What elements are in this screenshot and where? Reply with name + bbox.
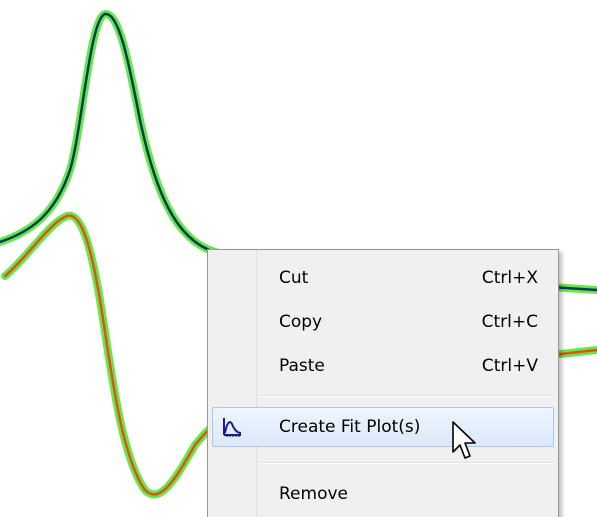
- menu-separator: [260, 395, 554, 397]
- menu-item-label: Remove: [279, 484, 348, 504]
- menu-item-label: Paste: [279, 356, 325, 376]
- menu-item-shortcut: Ctrl+X: [481, 268, 538, 288]
- menu-item-cut[interactable]: Cut Ctrl+X: [212, 258, 554, 298]
- menu-item-label: Create Fit Plot(s): [279, 417, 421, 437]
- menu-item-create-fit-plots[interactable]: Create Fit Plot(s): [212, 407, 554, 447]
- fit-plot-icon: [223, 418, 242, 437]
- menu-separator: [260, 462, 554, 464]
- menu-item-shortcut: Ctrl+V: [481, 356, 538, 376]
- context-menu: Cut Ctrl+X Copy Ctrl+C Paste Ctrl+V Crea…: [207, 249, 559, 517]
- arrow-cursor-icon: [452, 421, 476, 459]
- menu-item-shortcut: Ctrl+C: [481, 312, 538, 332]
- menu-item-copy[interactable]: Copy Ctrl+C: [212, 302, 554, 342]
- menu-item-label: Cut: [279, 268, 309, 288]
- menu-item-label: Copy: [279, 312, 323, 332]
- menu-item-remove[interactable]: Remove: [212, 474, 554, 514]
- menu-item-paste[interactable]: Paste Ctrl+V: [212, 346, 554, 386]
